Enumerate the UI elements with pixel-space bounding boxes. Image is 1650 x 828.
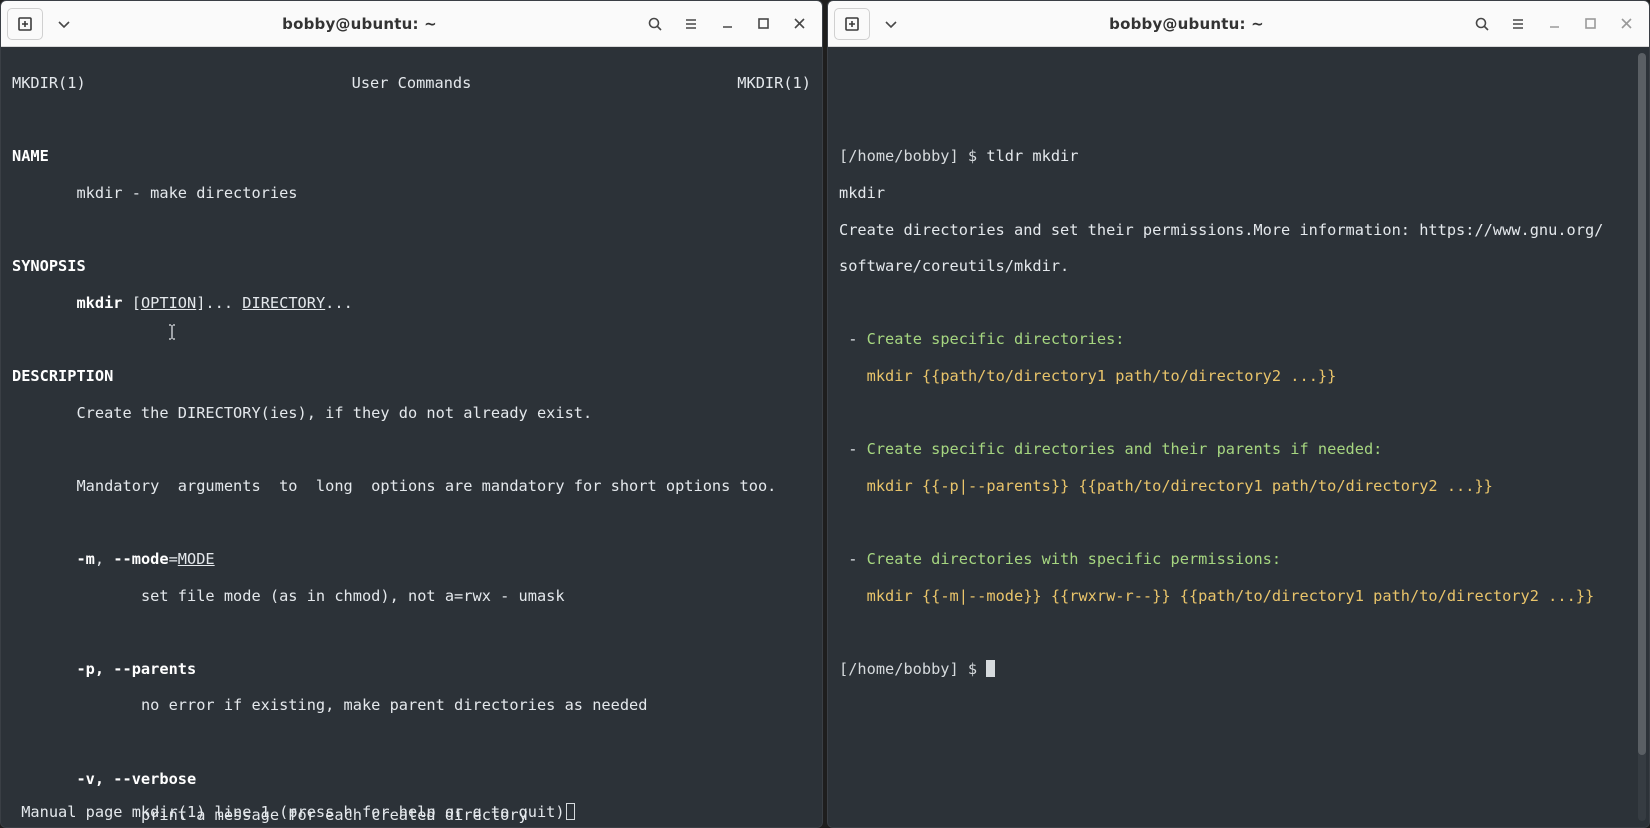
tldr-summary-a: Create directories and set their permiss…: [839, 221, 1603, 239]
man-section-description: DESCRIPTION: [12, 367, 113, 385]
man-section-name: NAME: [12, 147, 49, 165]
close-icon: [1620, 17, 1633, 30]
man-status-bar: Manual page mkdir(1) line 1 (press h for…: [12, 803, 575, 821]
hamburger-menu-button[interactable]: [1501, 9, 1535, 39]
titlebar-right: bobby@ubuntu: ~: [828, 1, 1649, 47]
shell-command: tldr mkdir: [986, 147, 1078, 165]
hamburger-icon: [683, 16, 699, 32]
man-opt-m-flag: -m: [76, 550, 94, 568]
tldr-cmd-1: mkdir {{path/to/directory1 path/to/direc…: [867, 367, 1337, 385]
terminal-content-right[interactable]: [/home/bobby] $ tldr mkdir mkdir Create …: [828, 47, 1649, 827]
maximize-icon: [757, 17, 770, 30]
tldr-desc-1: Create specific directories:: [867, 330, 1125, 348]
new-tab-button[interactable]: [834, 8, 870, 40]
man-header-left: MKDIR(1): [12, 74, 86, 92]
man-opt-p-text: no error if existing, make parent direct…: [141, 696, 648, 714]
man-status-text: Manual page mkdir(1) line 1 (press h for…: [12, 803, 565, 821]
man-syn-directory: DIRECTORY: [242, 294, 325, 312]
terminal-window-right: bobby@ubuntu: ~: [827, 0, 1650, 828]
man-name-text: mkdir - make directories: [76, 184, 297, 202]
titlebar-left: bobby@ubuntu: ~: [1, 1, 822, 47]
search-icon: [1474, 16, 1490, 32]
search-icon: [647, 16, 663, 32]
terminal-content-left[interactable]: MKDIR(1) User Commands MKDIR(1) NAME mkdir…: [1, 47, 822, 827]
scrollbar-thumb[interactable]: [1638, 53, 1646, 755]
maximize-button[interactable]: [1573, 9, 1607, 39]
shell-prompt: [/home/bobby] $: [839, 147, 986, 165]
man-desc-line2: Mandatory arguments to long options are …: [76, 477, 776, 495]
minimize-button[interactable]: [1537, 9, 1571, 39]
hamburger-icon: [1510, 16, 1526, 32]
chevron-down-icon: [56, 16, 72, 32]
new-tab-icon: [844, 16, 860, 32]
minimize-icon: [721, 17, 734, 30]
tab-menu-button[interactable]: [47, 9, 81, 39]
chevron-down-icon: [883, 16, 899, 32]
tldr-cmd-2: mkdir {{-p|--parents}} {{path/to/directo…: [867, 477, 1493, 495]
close-button[interactable]: [1609, 9, 1643, 39]
minimize-icon: [1548, 17, 1561, 30]
search-button[interactable]: [638, 9, 672, 39]
search-button[interactable]: [1465, 9, 1499, 39]
tldr-name: mkdir: [839, 184, 885, 202]
window-title: bobby@ubuntu: ~: [85, 15, 634, 33]
man-opt-m-arg: MODE: [178, 550, 215, 568]
hamburger-menu-button[interactable]: [674, 9, 708, 39]
man-opt-m-text: set file mode (as in chmod), not a=rwx -…: [141, 587, 565, 605]
man-header-center: User Commands: [352, 74, 472, 92]
close-button[interactable]: [782, 9, 816, 39]
cursor-block: [986, 660, 995, 677]
window-title: bobby@ubuntu: ~: [912, 15, 1461, 33]
man-desc-line1: Create the DIRECTORY(ies), if they do no…: [76, 404, 592, 422]
maximize-icon: [1584, 17, 1597, 30]
close-icon: [793, 17, 806, 30]
minimize-button[interactable]: [710, 9, 744, 39]
man-syn-option: OPTION: [141, 294, 196, 312]
tldr-desc-2: Create specific directories and their pa…: [867, 440, 1383, 458]
desktop: bobby@ubuntu: ~ MKDIR(1)User C: [0, 0, 1650, 828]
tldr-summary-b: software/coreutils/mkdir.: [839, 257, 1069, 275]
man-opt-p-flag: -p, --parents: [76, 660, 196, 678]
terminal-window-left: bobby@ubuntu: ~ MKDIR(1)User C: [0, 0, 823, 828]
maximize-button[interactable]: [746, 9, 780, 39]
man-header-right: MKDIR(1): [737, 74, 811, 92]
man-opt-m-long: --mode: [113, 550, 168, 568]
new-tab-button[interactable]: [7, 8, 43, 40]
shell-prompt: [/home/bobby] $: [839, 660, 986, 678]
tldr-cmd-3: mkdir {{-m|--mode}} {{rwxrw-r--}} {{path…: [867, 587, 1595, 605]
cursor-outline: [566, 803, 575, 820]
man-section-synopsis: SYNOPSIS: [12, 257, 86, 275]
tab-menu-button[interactable]: [874, 9, 908, 39]
new-tab-icon: [17, 16, 33, 32]
man-syn-cmd: mkdir: [76, 294, 122, 312]
tldr-desc-3: Create directories with specific permiss…: [867, 550, 1281, 568]
man-opt-v-flag: -v, --verbose: [76, 770, 196, 788]
